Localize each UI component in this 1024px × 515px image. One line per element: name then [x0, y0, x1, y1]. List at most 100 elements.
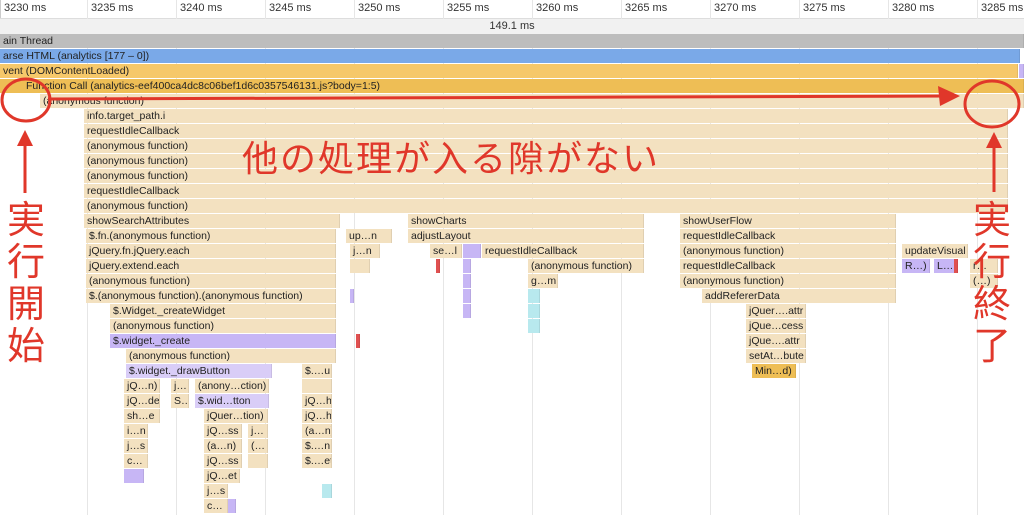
frame-small[interactable] — [350, 289, 354, 303]
frame-small[interactable]: jQ…de — [124, 394, 160, 408]
frame-small[interactable] — [463, 289, 471, 303]
tick-label: 3250 ms — [358, 2, 401, 14]
annotation-char: 終 — [972, 284, 1011, 326]
annotation-char: 実 — [6, 200, 45, 242]
frame-small[interactable]: jQuer…tion) — [204, 409, 268, 423]
frame-small[interactable]: (anony…ction) — [195, 379, 269, 393]
frame-small[interactable]: $.…et — [302, 454, 332, 468]
frame-small[interactable] — [528, 304, 540, 318]
frame-small[interactable] — [528, 319, 540, 333]
frame-small[interactable]: (a…n) — [204, 439, 242, 453]
frame-small[interactable]: R…) — [902, 259, 930, 273]
frame-show-user-flow[interactable]: showUserFlow — [680, 214, 896, 228]
frame-small[interactable]: S… — [171, 394, 189, 408]
frame-small[interactable]: jQue…cess — [746, 319, 806, 333]
frame-small[interactable] — [463, 244, 481, 258]
frame-small[interactable] — [124, 469, 144, 483]
frame-small[interactable] — [528, 289, 540, 303]
frame-small[interactable]: g…m — [528, 274, 558, 288]
event-domcontentloaded-bar[interactable]: vent (DOMContentLoaded) — [0, 64, 1018, 78]
tick-label: 3275 ms — [803, 2, 846, 14]
frame-jquery-each[interactable]: jQuery.fn.jQuery.each — [86, 244, 336, 258]
frame-small[interactable]: Min…d) — [752, 364, 796, 378]
frame-small[interactable] — [350, 259, 370, 273]
frame-request-idle-callback[interactable]: requestIdleCallback — [680, 259, 896, 273]
frame-jquery-extend-each[interactable]: jQuery.extend.each — [86, 259, 336, 273]
frame-small[interactable]: jQuer….attr — [746, 304, 806, 318]
frame-anonymous-function[interactable]: (anonymous function) — [126, 349, 336, 363]
frame-small[interactable]: c… — [124, 454, 148, 468]
frame-small[interactable]: (… — [248, 439, 268, 453]
frame-anonymous-function[interactable]: (anonymous function) — [110, 319, 336, 333]
annotation-end: 実 行 終 了 — [968, 200, 1016, 368]
frame-small[interactable] — [463, 304, 471, 318]
frame-small[interactable] — [463, 259, 471, 273]
tick-label: 3240 ms — [180, 2, 223, 14]
main-thread-track[interactable]: ain Thread — [0, 34, 1024, 48]
frame-small[interactable]: jQ…h — [302, 409, 332, 423]
frame-anonymous-function[interactable]: (anonymous function) — [528, 259, 644, 273]
frame-small[interactable]: jQ…ss — [204, 424, 242, 438]
frame-small[interactable]: $.…n — [302, 439, 332, 453]
frame-request-idle-callback[interactable]: requestIdleCallback — [84, 184, 1008, 198]
frame-fn-anonymous[interactable]: $.fn.(anonymous function) — [86, 229, 336, 243]
tick-label: 3270 ms — [714, 2, 757, 14]
annotation-char: 始 — [6, 326, 45, 368]
selection-duration: 149.1 ms — [0, 19, 1024, 35]
frame-small[interactable]: up…n — [346, 229, 392, 243]
frame-widget-draw-button[interactable]: $.widget._drawButton — [126, 364, 272, 378]
frame-anonymous-function[interactable]: (anonymous function) — [84, 199, 1008, 213]
frame-widget-create[interactable]: $.widget._create — [110, 334, 336, 348]
parse-html-bar[interactable]: arse HTML (analytics [177 – 0]) — [0, 49, 1020, 63]
frame-small[interactable] — [436, 259, 440, 273]
tick-label: 3255 ms — [447, 2, 490, 14]
tick-label: 3280 ms — [892, 2, 935, 14]
frame-small[interactable]: j…s — [204, 484, 228, 498]
frame-small[interactable]: j…n — [350, 244, 380, 258]
frame-show-search-attributes[interactable]: showSearchAttributes — [84, 214, 340, 228]
frame-adjust-layout[interactable]: adjustLayout — [408, 229, 644, 243]
frame-small[interactable]: setAt…bute — [746, 349, 806, 363]
frame-small[interactable]: (a…n) — [302, 424, 332, 438]
small-frame[interactable] — [1019, 64, 1024, 78]
frame-request-idle-callback[interactable]: requestIdleCallback — [680, 229, 896, 243]
frame-add-referer-data[interactable]: addRefererData — [702, 289, 896, 303]
frame-small[interactable] — [954, 259, 958, 273]
frame-small[interactable]: j… — [171, 379, 189, 393]
frame-show-charts[interactable]: showCharts — [408, 214, 644, 228]
frame-small[interactable]: jQ…et — [204, 469, 240, 483]
frame-small[interactable]: se…l — [430, 244, 462, 258]
frame-update-visual[interactable]: updateVisual — [902, 244, 968, 258]
frame-small[interactable]: i…n — [124, 424, 148, 438]
frame-request-idle-callback[interactable]: requestIdleCallback — [482, 244, 644, 258]
frame-anonymous-function[interactable]: (anonymous function) — [86, 274, 336, 288]
frame-small[interactable]: jQ…n) — [124, 379, 160, 393]
frame-anonymous-function[interactable]: (anonymous function) — [680, 244, 896, 258]
frame-small[interactable]: jQue….attr — [746, 334, 806, 348]
frame-small[interactable]: sh…e — [124, 409, 160, 423]
frame-small[interactable]: jQ…h — [302, 394, 332, 408]
frame-small[interactable] — [356, 334, 360, 348]
frame-anonymous-function[interactable]: (anonymous function) — [40, 94, 1024, 108]
tick: 3230 ms — [0, 0, 46, 18]
frame-small[interactable] — [302, 379, 332, 393]
frame-small[interactable]: c… — [204, 499, 228, 513]
frame-small[interactable] — [228, 499, 236, 513]
frame-anonymous-function[interactable]: (anonymous function) — [680, 274, 896, 288]
annotation-char: 行 — [972, 242, 1011, 284]
frame-anonymous-anonymous[interactable]: $.(anonymous function).(anonymous functi… — [86, 289, 336, 303]
start-arrow-head — [17, 130, 33, 146]
frame-small[interactable]: $.wid…tton — [195, 394, 269, 408]
frame-info-target-path[interactable]: info.target_path.i — [84, 109, 1008, 123]
frame-small[interactable]: jQ…ss — [204, 454, 242, 468]
function-call-bar[interactable]: Function Call (analytics-eef400ca4dc8c06… — [0, 79, 1024, 93]
frame-small[interactable] — [322, 484, 332, 498]
frame-small[interactable]: j…s — [124, 439, 148, 453]
frame-small[interactable]: $.…u — [302, 364, 332, 378]
frame-small[interactable]: j… — [248, 424, 268, 438]
frame-small[interactable] — [463, 274, 471, 288]
frame-small[interactable] — [248, 454, 268, 468]
annotation-char: 了 — [972, 326, 1011, 368]
frame-widget-create-widget[interactable]: $.Widget._createWidget — [110, 304, 336, 318]
tick-label: 3265 ms — [625, 2, 668, 14]
